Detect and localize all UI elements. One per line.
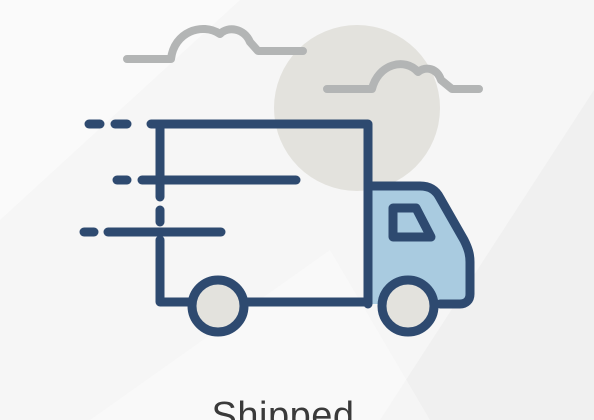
truck-wheel-rear: [187, 275, 249, 337]
cloud-icon: [123, 25, 307, 63]
status-label: Shipped: [211, 395, 355, 420]
shipment-status-card: Shipped: [0, 0, 594, 420]
delivery-truck-icon: [79, 25, 483, 337]
truck-wheel-front: [377, 275, 439, 337]
